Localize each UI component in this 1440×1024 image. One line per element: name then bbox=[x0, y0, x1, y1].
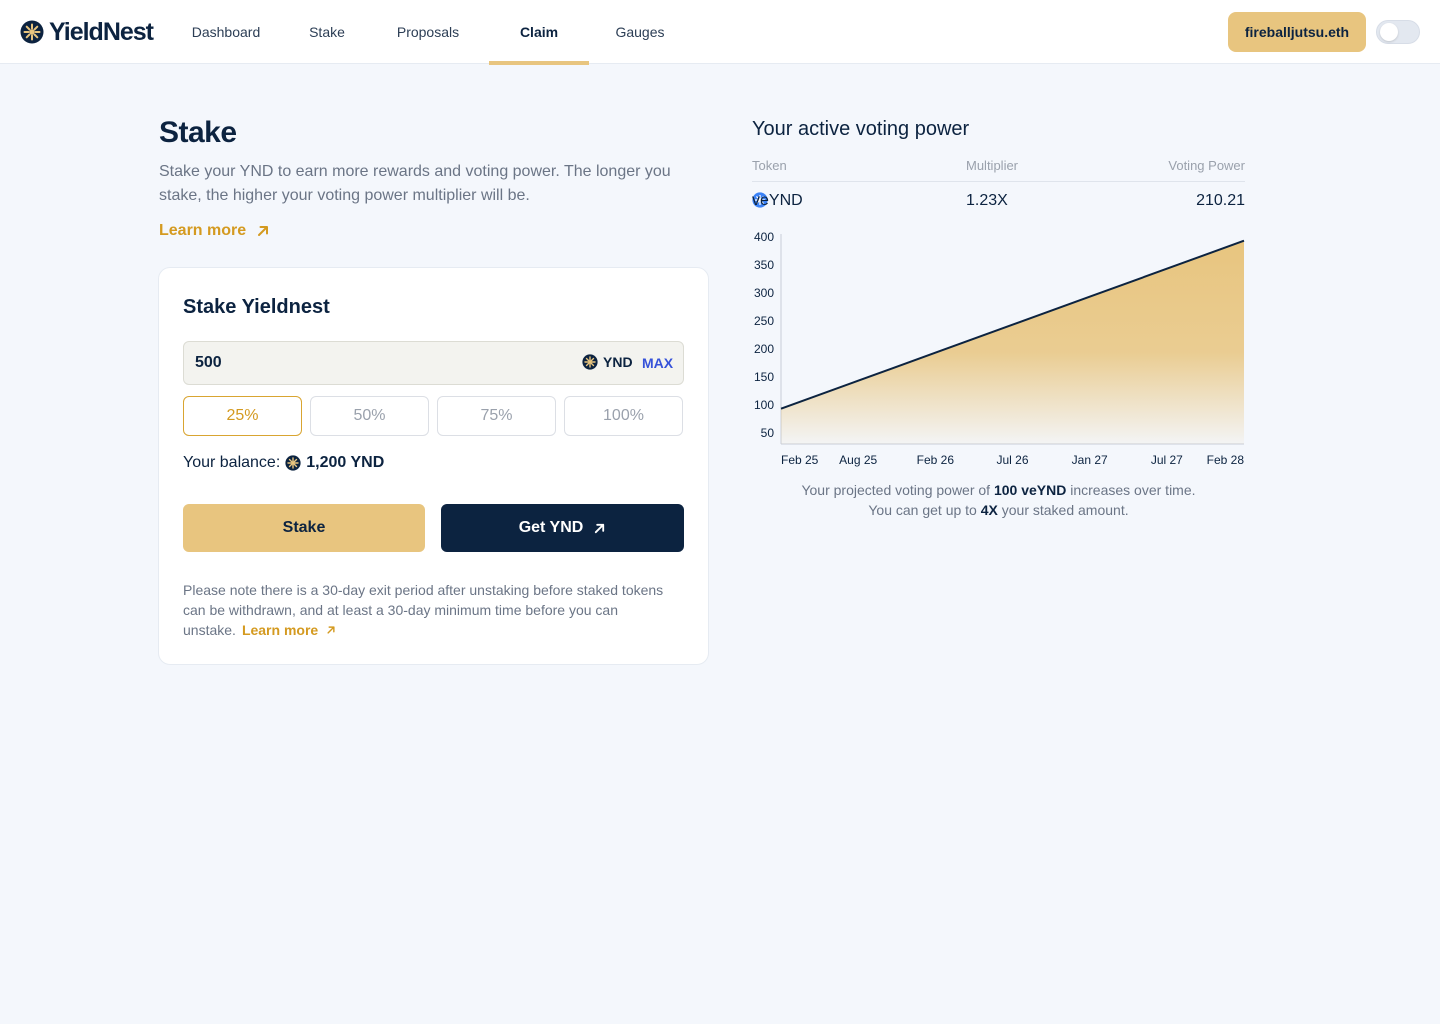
toggle-knob bbox=[1380, 23, 1398, 41]
caption-line-2: You can get up to 4X your staked amount. bbox=[752, 500, 1245, 520]
percent-options: 25% 50% 75% 100% bbox=[183, 396, 683, 436]
note-learn-more-link[interactable]: Learn more bbox=[242, 622, 336, 638]
caption-line-1: Your projected voting power of 100 veYND… bbox=[752, 480, 1245, 500]
x-tick-label: Jan 27 bbox=[1072, 453, 1108, 467]
stake-button[interactable]: Stake bbox=[183, 504, 425, 552]
x-tick-label: Feb 26 bbox=[917, 453, 955, 467]
page-description: Stake your YND to earn more rewards and … bbox=[159, 163, 671, 204]
learn-more-link[interactable]: Learn more bbox=[159, 222, 270, 240]
ynd-coin-icon bbox=[582, 354, 598, 370]
x-tick-label: Jul 27 bbox=[1151, 453, 1183, 467]
nav-claim[interactable]: Claim bbox=[489, 0, 589, 65]
nav-proposals[interactable]: Proposals bbox=[368, 0, 488, 64]
ve-token-name: veYND bbox=[752, 192, 803, 209]
nav-gauges[interactable]: Gauges bbox=[589, 0, 691, 64]
y-tick-label: 350 bbox=[754, 258, 774, 272]
balance-label: Your balance: bbox=[183, 454, 281, 471]
column-token: Token bbox=[752, 158, 787, 173]
ve-token-cell: veYND bbox=[752, 192, 803, 209]
learn-more-label: Learn more bbox=[159, 222, 247, 239]
x-tick-label: Feb 28 bbox=[1207, 453, 1245, 467]
amount-field[interactable]: YND MAX bbox=[183, 341, 684, 385]
chart-caption: Your projected voting power of 100 veYND… bbox=[752, 480, 1245, 520]
percent-100-button[interactable]: 100% bbox=[564, 396, 683, 436]
voting-power-table-header: Token Multiplier Voting Power bbox=[752, 158, 1245, 182]
max-button[interactable]: MAX bbox=[642, 355, 673, 371]
y-tick-label: 300 bbox=[754, 286, 774, 300]
percent-25-button[interactable]: 25% bbox=[183, 396, 302, 436]
get-ynd-label: Get YND bbox=[518, 519, 584, 536]
percent-75-button[interactable]: 75% bbox=[437, 396, 556, 436]
external-arrow-icon bbox=[258, 226, 269, 236]
voting-power-value: 210.21 bbox=[1196, 192, 1245, 209]
x-tick-label: Jul 26 bbox=[996, 453, 1028, 467]
y-tick-label: 250 bbox=[754, 314, 774, 328]
brand-logo[interactable]: YieldNest bbox=[20, 17, 154, 46]
nav-dashboard[interactable]: Dashboard bbox=[166, 0, 286, 64]
brand-name: YieldNest bbox=[49, 17, 154, 46]
caption-text: Your projected voting power of bbox=[801, 482, 991, 498]
x-tick-label: Aug 25 bbox=[839, 453, 877, 467]
y-tick-label: 50 bbox=[761, 426, 775, 440]
stake-card: Stake Yieldnest YND MAX 25% 50% 75% 100%… bbox=[158, 267, 709, 665]
caption-text: your staked amount. bbox=[1001, 502, 1129, 518]
balance-row: Your balance: 1,200 YND bbox=[183, 454, 384, 472]
voting-power-chart: 50 100 150 200 250 300 350 400 Feb 25 Aug 25 Feb 2… bbox=[754, 230, 1245, 467]
external-arrow-icon bbox=[327, 626, 335, 634]
yieldnest-logo-icon bbox=[20, 20, 44, 44]
caption-multiplier: 4X bbox=[980, 502, 998, 518]
exit-period-note: Please note there is a 30-day exit perio… bbox=[183, 580, 683, 640]
theme-toggle[interactable] bbox=[1376, 20, 1420, 44]
nav-stake[interactable]: Stake bbox=[286, 0, 368, 64]
y-tick-label: 100 bbox=[754, 398, 774, 412]
caption-text: You can get up to bbox=[868, 502, 977, 518]
external-arrow-icon bbox=[595, 523, 605, 533]
wallet-button[interactable]: fireballjutsu.eth bbox=[1228, 12, 1366, 52]
caption-text: increases over time. bbox=[1070, 482, 1196, 498]
top-navbar: YieldNest Dashboard Stake Proposals Clai… bbox=[0, 0, 1440, 65]
column-voting-power: Voting Power bbox=[1168, 158, 1245, 173]
y-tick-label: 200 bbox=[754, 342, 774, 356]
main-nav: Dashboard Stake Proposals Claim Gauges bbox=[166, 0, 691, 65]
voting-power-row: veYND 1.23X 210.21 bbox=[752, 192, 1245, 212]
column-multiplier: Multiplier bbox=[966, 158, 1019, 173]
y-tick-label: 400 bbox=[754, 230, 774, 244]
percent-50-button[interactable]: 50% bbox=[310, 396, 429, 436]
x-tick-label: Feb 25 bbox=[781, 453, 819, 467]
token-selector: YND bbox=[582, 354, 633, 370]
ynd-coin-icon bbox=[285, 455, 301, 471]
area-fill bbox=[781, 240, 1244, 444]
get-ynd-button[interactable]: Get YND bbox=[441, 504, 684, 552]
balance-value: 1,200 YND bbox=[306, 454, 385, 471]
stake-card-title: Stake Yieldnest bbox=[183, 296, 330, 318]
multiplier-value: 1.23X bbox=[966, 192, 1008, 209]
token-symbol: YND bbox=[603, 354, 633, 370]
voting-power-title: Your active voting power bbox=[752, 118, 970, 140]
amount-input[interactable] bbox=[195, 352, 555, 374]
page-title: Stake bbox=[159, 116, 237, 149]
y-tick-label: 150 bbox=[754, 370, 774, 384]
caption-amount: 100 veYND bbox=[993, 482, 1067, 498]
note-link-label: Learn more bbox=[241, 622, 319, 638]
